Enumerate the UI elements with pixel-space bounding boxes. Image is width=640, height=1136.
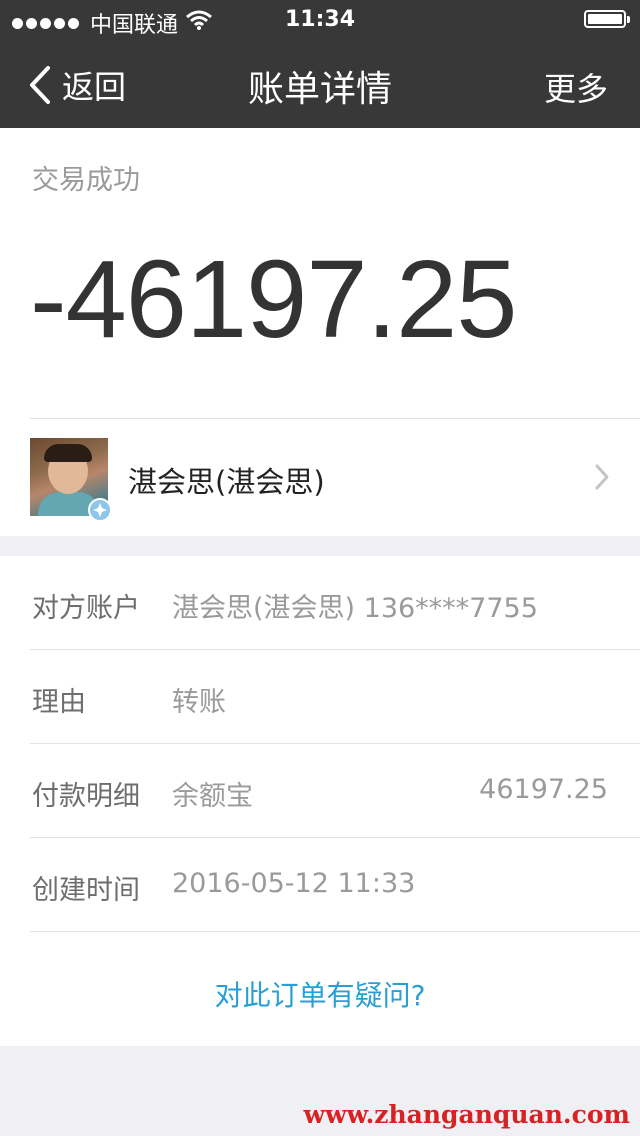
detail-row-account: 对方账户 湛会思(湛会思) 136****7755 <box>0 556 640 650</box>
detail-value: 湛会思(湛会思) 136****7755 <box>172 593 538 624</box>
counterparty-name: 湛会思(湛会思) <box>128 465 325 499</box>
divider <box>30 931 640 932</box>
watermark: www.zhanganquan.com <box>303 1100 630 1129</box>
order-question-link[interactable]: 对此订单有疑问? <box>0 974 640 1014</box>
counterparty-row[interactable]: 湛会思(湛会思) <box>0 419 640 536</box>
detail-amount: 46197.25 <box>479 774 608 805</box>
detail-value: 余额宝 <box>172 781 253 812</box>
detail-value: 转账 <box>172 687 226 718</box>
detail-label: 理由 <box>32 687 86 718</box>
navigation-bar: 返回 账单详情 更多 <box>0 40 640 128</box>
chevron-right-icon <box>595 464 609 490</box>
detail-row-created-time: 创建时间 2016-05-12 11:33 <box>0 838 640 932</box>
detail-label: 付款明细 <box>32 781 140 812</box>
more-button[interactable]: 更多 <box>544 64 608 110</box>
transaction-amount: -46197.25 <box>30 238 517 361</box>
detail-label: 创建时间 <box>32 875 140 906</box>
battery-icon <box>584 10 630 28</box>
detail-row-reason: 理由 转账 <box>0 650 640 744</box>
detail-label: 对方账户 <box>32 593 140 624</box>
transaction-status: 交易成功 <box>32 165 140 196</box>
transaction-summary: 交易成功 -46197.25 湛会思(湛会思) <box>0 128 640 536</box>
detail-value: 2016-05-12 11:33 <box>172 868 416 899</box>
details-section: 对方账户 湛会思(湛会思) 136****7755 理由 转账 付款明细 余额宝… <box>0 556 640 1046</box>
detail-row-payment: 付款明细 余额宝 46197.25 <box>0 744 640 838</box>
verified-badge-icon <box>88 498 112 522</box>
status-bar: 中国联通 11:34 <box>0 0 640 40</box>
status-time: 11:34 <box>284 7 356 32</box>
